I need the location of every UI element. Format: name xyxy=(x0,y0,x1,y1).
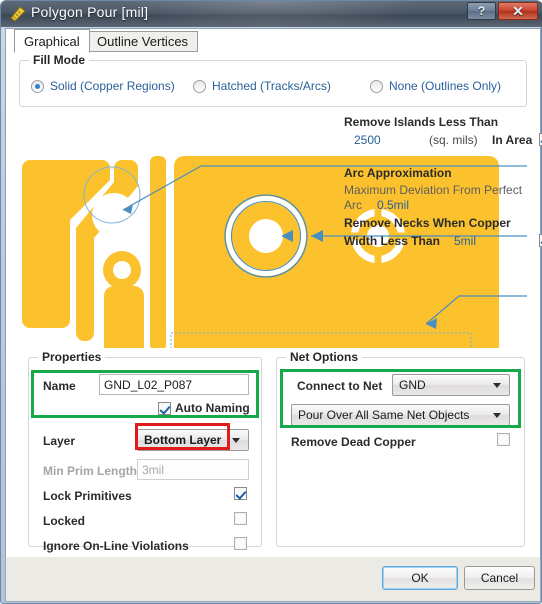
annotation-remove-necks: Remove Necks When Copper Width Less Than… xyxy=(344,216,542,251)
radio-fill-none[interactable]: None (Outlines Only) xyxy=(370,79,501,93)
annotation-arc-approximation: Arc Approximation Maximum Deviation From… xyxy=(344,166,522,215)
auto-naming-row[interactable]: Auto Naming xyxy=(158,401,250,415)
properties-group: Properties Name GND_L02_P087 Auto Naming… xyxy=(28,350,262,553)
remove-necks-title: Remove Necks When Copper xyxy=(344,216,511,230)
remove-necks-value[interactable]: 5mil xyxy=(454,234,476,248)
remove-islands-title: Remove Islands Less Than xyxy=(344,115,499,129)
locked-label: Locked xyxy=(43,514,86,528)
ignore-online-violations-checkbox[interactable] xyxy=(234,537,247,550)
ok-button[interactable]: OK xyxy=(382,566,458,590)
pour-mode-value: Pour Over All Same Net Objects xyxy=(298,408,470,422)
min-prim-length-label: Min Prim Length xyxy=(43,464,137,478)
radio-none-label: None (Outlines Only) xyxy=(389,79,502,93)
fill-mode-title: Fill Mode xyxy=(29,53,89,67)
radio-hatched-label: Hatched (Tracks/Arcs) xyxy=(212,79,331,93)
name-label: Name xyxy=(43,379,76,393)
connect-to-net-value: GND xyxy=(399,378,426,392)
name-input[interactable]: GND_L02_P087 xyxy=(99,374,249,395)
tab-page-graphical: Fill Mode Solid (Copper Regions) Hatched… xyxy=(6,52,542,556)
close-button[interactable]: ✕ xyxy=(498,2,538,20)
net-options-title: Net Options xyxy=(286,350,362,364)
radio-hatched-indicator xyxy=(193,79,206,93)
remove-dead-copper-label: Remove Dead Copper xyxy=(291,435,416,449)
auto-naming-label: Auto Naming xyxy=(175,401,250,415)
tab-graphical[interactable]: Graphical xyxy=(14,29,90,53)
connect-to-net-label: Connect to Net xyxy=(297,379,383,393)
radio-none-indicator xyxy=(370,79,383,93)
radio-solid-label: Solid (Copper Regions) xyxy=(50,79,175,93)
radio-solid-indicator xyxy=(31,79,44,93)
cancel-button[interactable]: Cancel xyxy=(464,566,535,590)
radio-fill-hatched[interactable]: Hatched (Tracks/Arcs) xyxy=(193,79,331,93)
remove-dead-copper-checkbox[interactable] xyxy=(497,433,510,446)
annotation-remove-islands: Remove Islands Less Than 2500 (sq. mils)… xyxy=(344,115,542,150)
min-prim-length-input: 3mil xyxy=(137,459,249,480)
dialog-client-area: Graphical Outline Vertices Fill Mode Sol… xyxy=(5,28,542,558)
net-options-group: Net Options Connect to Net GND Pour Over… xyxy=(276,350,525,547)
arc-approximation-description: Maximum Deviation From Perfect xyxy=(344,183,523,197)
help-button[interactable]: ? xyxy=(467,2,496,20)
arc-approximation-title: Arc Approximation xyxy=(344,166,452,180)
properties-title: Properties xyxy=(38,350,106,364)
arc-approximation-value[interactable]: 0.5mil xyxy=(377,198,409,212)
remove-islands-value[interactable]: 2500 xyxy=(354,133,381,147)
locked-checkbox[interactable] xyxy=(234,512,247,525)
radio-fill-solid[interactable]: Solid (Copper Regions) xyxy=(31,79,175,93)
connect-to-net-combobox[interactable]: GND xyxy=(392,374,510,396)
layer-combobox-value: Bottom Layer xyxy=(144,433,222,447)
remove-islands-unit: (sq. mils) xyxy=(429,133,478,147)
lock-primitives-checkbox[interactable] xyxy=(234,487,247,500)
chevron-down-icon xyxy=(232,438,240,443)
fill-mode-group: Fill Mode Solid (Copper Regions) Hatched… xyxy=(19,53,527,107)
remove-necks-label: Width Less Than xyxy=(344,234,440,248)
layer-label: Layer xyxy=(43,434,76,448)
title-bar: Polygon Pour [mil] ? ✕ xyxy=(1,1,542,27)
tab-strip: Graphical Outline Vertices xyxy=(6,29,540,53)
layer-combobox[interactable]: Bottom Layer xyxy=(137,429,249,451)
polygon-pour-icon xyxy=(10,6,26,22)
lock-primitives-label: Lock Primitives xyxy=(43,489,132,503)
window-title: Polygon Pour [mil] xyxy=(31,4,149,20)
dialog-window: Polygon Pour [mil] ? ✕ Graphical Outline… xyxy=(0,0,542,604)
ignore-online-violations-label: Ignore On-Line Violations xyxy=(43,539,189,553)
titlebar-glow xyxy=(121,1,421,27)
tab-outline-vertices[interactable]: Outline Vertices xyxy=(87,31,199,52)
chevron-down-icon xyxy=(493,383,501,388)
pour-mode-combobox[interactable]: Pour Over All Same Net Objects xyxy=(291,404,510,426)
arc-approximation-label: Arc xyxy=(344,198,362,212)
remove-islands-suffix: In Area xyxy=(492,133,533,147)
auto-naming-checkbox[interactable] xyxy=(158,401,171,415)
chevron-down-icon xyxy=(493,413,501,418)
dialog-footer: OK Cancel xyxy=(5,557,541,602)
